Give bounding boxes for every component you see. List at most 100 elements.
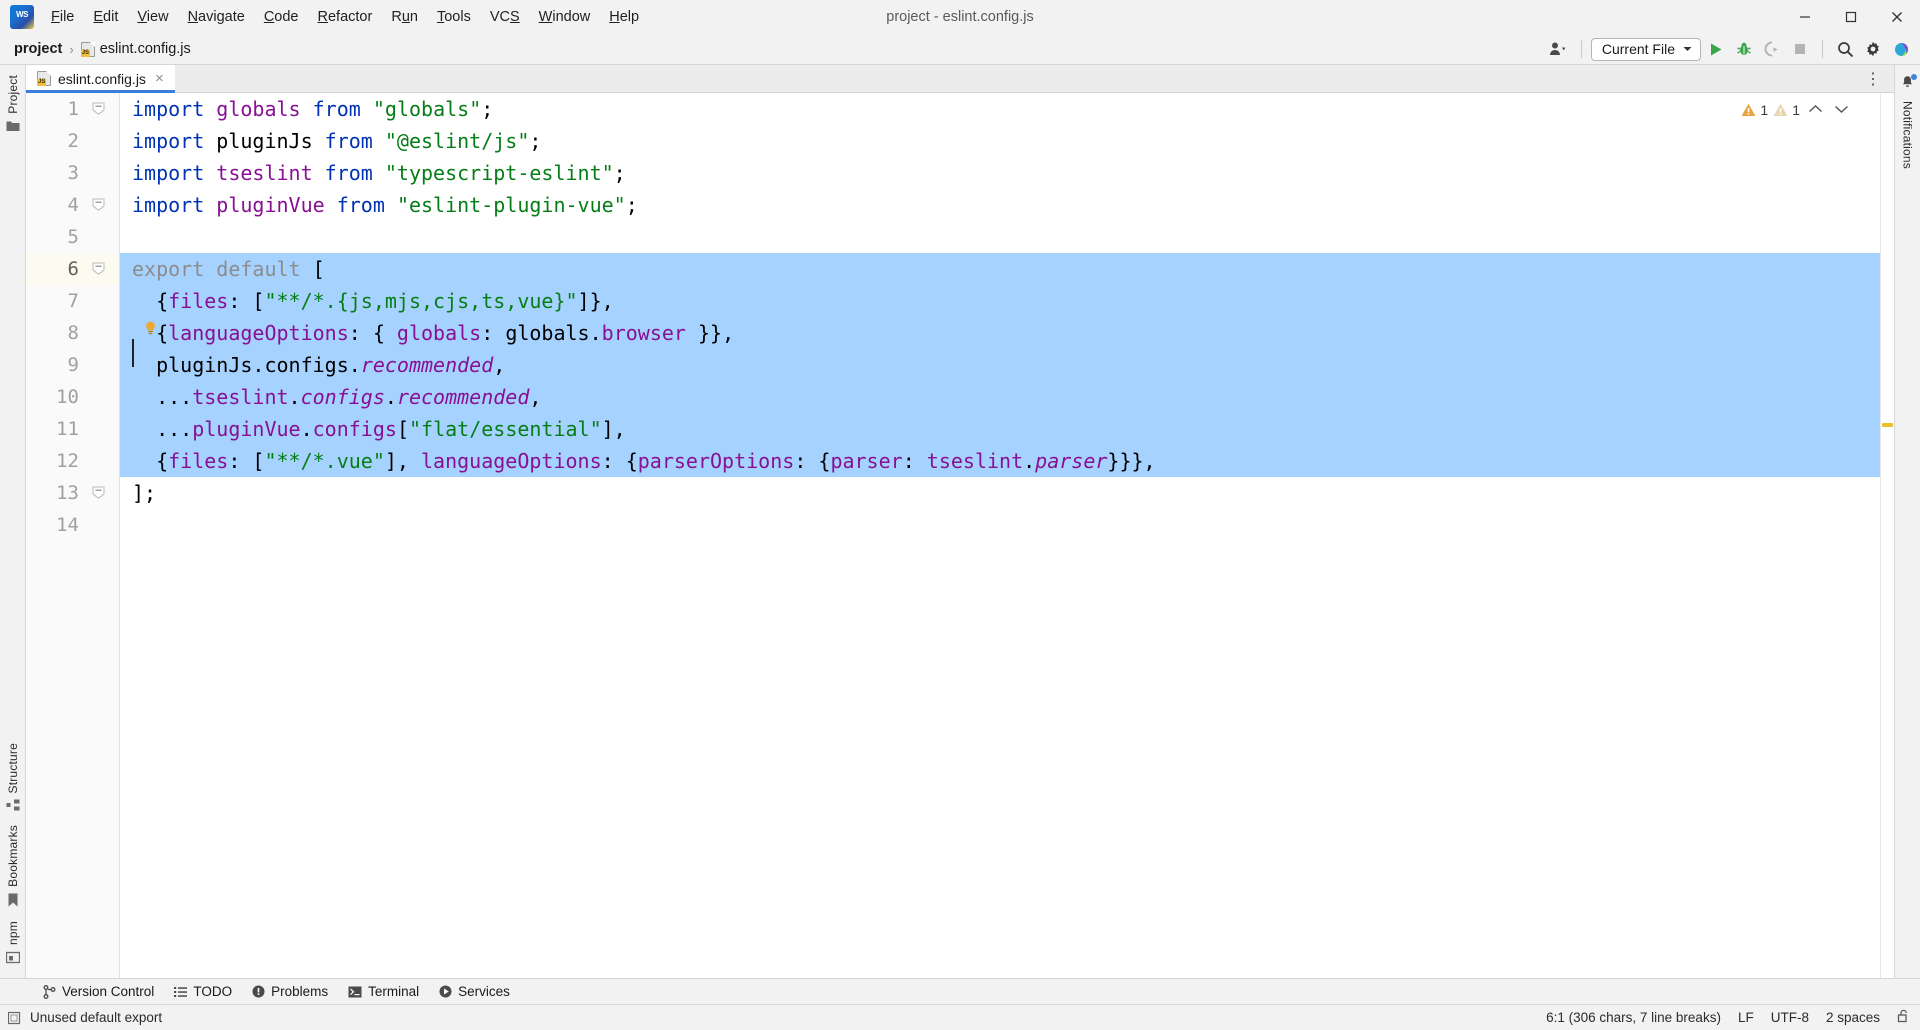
code-line[interactable]: ...tseslint.configs.recommended, (120, 381, 1880, 413)
code-line[interactable]: {files: ["**/*.{js,mjs,cjs,ts,vue}"]}, (120, 285, 1880, 317)
bottom-bar-item-todo[interactable]: TODO (165, 982, 241, 1001)
gutter-line-number[interactable]: 3 (26, 157, 119, 189)
code-fold-icon[interactable] (92, 102, 105, 115)
inspection-widget-icon[interactable] (8, 1011, 22, 1025)
menu-item-file[interactable]: File (42, 4, 83, 30)
menu-item-window[interactable]: Window (530, 4, 600, 30)
bottom-bar-item-services[interactable]: Services (430, 982, 519, 1001)
account-icon[interactable] (1546, 37, 1572, 61)
code-token: tseslint (192, 385, 289, 409)
gutter-line-number[interactable]: 14 (26, 509, 119, 541)
code-line[interactable] (120, 221, 1880, 253)
code-line[interactable]: export default [ (120, 253, 1880, 285)
maximize-button[interactable] (1828, 0, 1874, 34)
breadcrumb-project[interactable]: project (14, 41, 62, 57)
code-line[interactable]: import pluginVue from "eslint-plugin-vue… (120, 189, 1880, 221)
gutter-line-number[interactable]: 4 (26, 189, 119, 221)
code-editor[interactable]: import globals from "globals"; import plu… (120, 93, 1880, 978)
run-button[interactable] (1703, 37, 1729, 61)
code-line[interactable]: import globals from "globals"; (120, 93, 1880, 125)
lightbulb-icon[interactable] (143, 321, 158, 336)
menu-item-tools[interactable]: Tools (428, 4, 480, 30)
code-line[interactable]: ...pluginVue.configs["flat/essential"], (120, 413, 1880, 445)
code-line[interactable]: {languageOptions: { globals: globals.bro… (120, 317, 1880, 349)
code-line[interactable]: {files: ["**/*.vue"], languageOptions: {… (120, 445, 1880, 477)
gutter-line-number[interactable]: 11 (26, 413, 119, 445)
code-line[interactable]: pluginJs.configs.recommended, (120, 349, 1880, 381)
code-token: . (288, 385, 301, 409)
menu-item-vcs[interactable]: VCS (481, 4, 529, 30)
gutter-line-number[interactable]: 10 (26, 381, 119, 413)
code-line[interactable] (120, 509, 1880, 541)
sidebar-item-structure[interactable]: Structure (6, 737, 20, 818)
bottom-bar-item-terminal[interactable]: Terminal (339, 982, 428, 1001)
close-icon[interactable]: × (153, 71, 166, 86)
unlocked-icon[interactable] (1897, 1009, 1910, 1026)
weak-warning-count[interactable]: 1 (1773, 102, 1800, 118)
sidebar-item-bookmarks[interactable]: Bookmarks (6, 819, 20, 913)
gutter-line-number[interactable]: 2 (26, 125, 119, 157)
menu-item-code[interactable]: Code (255, 4, 308, 30)
services-icon (439, 985, 452, 998)
bottom-bar-item-version-control[interactable]: Version Control (34, 982, 163, 1001)
code-fold-icon[interactable] (92, 486, 105, 499)
gutter-line-number[interactable]: 5 (26, 221, 119, 253)
run-with-coverage-button[interactable] (1759, 37, 1785, 61)
code-token: ; (481, 97, 494, 121)
code-token: from (312, 97, 361, 121)
gutter-line-number[interactable]: 13 (26, 477, 119, 509)
menu-item-edit[interactable]: Edit (84, 4, 127, 30)
menu-item-refactor[interactable]: Refactor (309, 4, 382, 30)
menu-item-run[interactable]: Run (382, 4, 427, 30)
menu-mnemonic: V (137, 9, 147, 25)
line-separator[interactable]: LF (1738, 1010, 1754, 1025)
gutter-line-number[interactable]: 1 (26, 93, 119, 125)
ai-assistant-button[interactable] (1888, 37, 1914, 61)
gutter-line-number[interactable]: 9 (26, 349, 119, 381)
close-button[interactable] (1874, 0, 1920, 34)
bottom-bar-item-problems[interactable]: Problems (243, 982, 337, 1001)
code-token: : (481, 321, 506, 345)
code-fold-icon[interactable] (92, 262, 105, 275)
menu-item-help[interactable]: Help (600, 4, 648, 30)
code-line[interactable]: ]; (120, 477, 1880, 509)
folder-icon (6, 121, 19, 131)
editor-area[interactable]: 1 2 3 4 5 6 7 8 9 10 11 12 13 14 import globals from … (26, 93, 1894, 978)
marker-scrollbar[interactable] (1880, 93, 1894, 978)
chevron-down-icon[interactable] (1831, 101, 1852, 118)
run-configuration-selector[interactable]: Current File (1590, 37, 1701, 61)
gutter-line-number[interactable]: 7 (26, 285, 119, 317)
code-fold-icon[interactable] (92, 198, 105, 211)
editor-gutter[interactable]: 1 2 3 4 5 6 7 8 9 10 11 12 13 14 (26, 93, 120, 978)
chevron-up-icon[interactable] (1805, 101, 1826, 118)
caret-position[interactable]: 6:1 (306 chars, 7 line breaks) (1546, 1010, 1721, 1025)
menu-item-view[interactable]: View (128, 4, 177, 30)
debug-button[interactable] (1731, 37, 1757, 61)
indent-setting[interactable]: 2 spaces (1826, 1010, 1880, 1025)
status-message-group: Unused default export (8, 1010, 162, 1025)
inspection-widget[interactable]: 1 1 (1741, 101, 1852, 118)
code-token: "**/*.{js,mjs,cjs,ts,vue}" (264, 289, 578, 313)
code-line[interactable]: import tseslint from "typescript-eslint"… (120, 157, 1880, 189)
minimize-button[interactable] (1782, 0, 1828, 34)
bottom-bar-item-label: Terminal (368, 984, 420, 999)
sidebar-item-notifications[interactable]: Notifications (1900, 69, 1917, 175)
gutter-line-number[interactable]: 12 (26, 445, 119, 477)
menu-item-navigate[interactable]: Navigate (179, 4, 254, 30)
warning-count[interactable]: 1 (1741, 102, 1768, 118)
settings-button[interactable] (1860, 37, 1886, 61)
code-line[interactable]: import pluginJs from "@eslint/js"; (120, 125, 1880, 157)
gutter-line-number[interactable]: 8 (26, 317, 119, 349)
stop-button[interactable] (1787, 37, 1813, 61)
editor-tab-eslint-config[interactable]: eslint.config.js × (26, 65, 175, 93)
more-options-icon[interactable]: ⋮ (1861, 69, 1886, 89)
gutter-line-number[interactable]: 6 (26, 253, 119, 285)
sidebar-item-npm[interactable]: npm (5, 915, 20, 970)
sidebar-item-project[interactable]: Project (6, 69, 20, 138)
file-encoding[interactable]: UTF-8 (1771, 1010, 1809, 1025)
warning-marker[interactable] (1882, 423, 1893, 427)
breadcrumb-file[interactable]: eslint.config.js (80, 41, 191, 57)
search-everywhere-button[interactable] (1832, 37, 1858, 61)
